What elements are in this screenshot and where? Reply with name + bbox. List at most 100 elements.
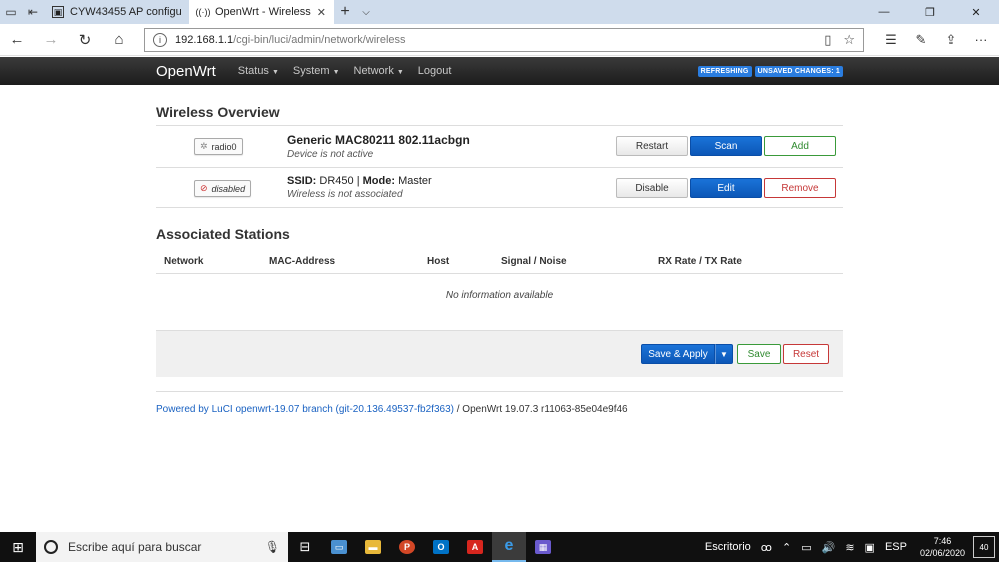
mode-label: Mode:: [362, 175, 396, 187]
search-placeholder: Escribe aquí para buscar: [68, 540, 202, 554]
mode-value: Master: [398, 175, 432, 187]
save-apply-dropdown-icon[interactable]: ▼: [715, 344, 733, 364]
people-icon[interactable]: ꝏ: [761, 541, 772, 554]
brand-logo[interactable]: OpenWrt: [156, 63, 216, 80]
openwrt-header: OpenWrt Status ▼ System ▼ Network ▼ Logout …: [0, 57, 999, 85]
radio-badge: ✲ radio0: [194, 138, 243, 155]
wifi-icon[interactable]: ≋: [845, 541, 854, 554]
wireless-overview-title: Wireless Overview: [156, 104, 280, 120]
back-button[interactable]: ←: [0, 24, 34, 56]
disable-button[interactable]: Disable: [616, 178, 688, 198]
acrobat-icon[interactable]: A: [458, 532, 492, 562]
radio-badge-label: radio0: [211, 141, 237, 152]
microphone-icon[interactable]: 🎙: [265, 540, 280, 554]
menu-status[interactable]: Status ▼: [238, 65, 279, 77]
edge-browser-icon[interactable]: e: [492, 532, 526, 562]
col-network: Network: [164, 256, 204, 267]
restart-button[interactable]: Restart: [616, 136, 688, 156]
app-window-icon[interactable]: ▭: [322, 532, 356, 562]
edit-button[interactable]: Edit: [690, 178, 762, 198]
browser-tab-cyw43455[interactable]: ▣ CYW43455 AP configuration: [44, 0, 189, 24]
windows-start-icon[interactable]: ⊞: [0, 532, 36, 562]
tab-preview-chevron-icon[interactable]: ⌵: [356, 7, 376, 18]
menu-label: Status: [237, 65, 269, 77]
empty-table-message: No information available: [445, 290, 554, 301]
add-button[interactable]: Add: [764, 136, 836, 156]
address-bar[interactable]: i 192.168.1.1 /cgi-bin/luci/admin/networ…: [144, 27, 864, 52]
reset-button[interactable]: Reset: [783, 344, 829, 364]
new-tab-button[interactable]: +: [334, 3, 356, 21]
network-app-icon[interactable]: ▦: [526, 532, 560, 562]
share-icon[interactable]: ⇪: [936, 24, 966, 56]
table-header: Network MAC-Address Host Signal / Noise …: [156, 250, 843, 274]
network-status: Wireless is not associated: [287, 189, 403, 200]
page-actions-bar: Save & Apply ▼ Save Reset: [156, 330, 843, 377]
home-button[interactable]: ⌂: [102, 24, 136, 56]
save-button[interactable]: Save: [737, 344, 781, 364]
device-status: Device is not active: [287, 149, 374, 160]
clock[interactable]: 7:46 02/06/2020: [920, 535, 965, 559]
task-view-icon[interactable]: ⊟: [288, 532, 322, 562]
unsaved-changes-badge[interactable]: UNSAVED CHANGES: 1: [754, 65, 843, 77]
show-hidden-icons-chevron-icon[interactable]: ⌃: [782, 541, 791, 554]
site-info-icon[interactable]: i: [153, 32, 167, 47]
caret-down-icon: ▼: [271, 69, 279, 76]
menu-logout[interactable]: Logout: [418, 65, 452, 77]
favorite-star-icon[interactable]: ☆: [843, 32, 855, 48]
close-tab-icon[interactable]: ✕: [317, 6, 326, 19]
url-path: /cgi-bin/luci/admin/network/wireless: [233, 33, 406, 46]
caret-down-icon: ▼: [396, 69, 404, 76]
notification-count: 40: [979, 542, 989, 552]
associated-stations-table: Network MAC-Address Host Signal / Noise …: [156, 250, 843, 317]
menu-label: System: [292, 65, 330, 77]
tab-title: OpenWrt - Wireless - Lu: [215, 6, 313, 18]
show-tabs-icon[interactable]: ⇤: [22, 0, 44, 24]
footer: Powered by LuCI openwrt-19.07 branch (gi…: [156, 404, 628, 415]
ssid-value: DR450: [319, 175, 354, 187]
powerpoint-icon[interactable]: P: [390, 532, 424, 562]
notifications-icon[interactable]: 40: [973, 536, 995, 558]
save-apply-button[interactable]: Save & Apply: [641, 344, 715, 364]
more-options-icon[interactable]: ···: [966, 24, 996, 56]
volume-icon[interactable]: 🔊: [822, 541, 836, 554]
pen-notes-icon[interactable]: ✎: [906, 24, 936, 56]
remove-button[interactable]: Remove: [764, 178, 836, 198]
refreshing-badge[interactable]: REFRESHING: [697, 65, 752, 77]
restore-button[interactable]: ❐: [907, 0, 953, 24]
device-name: Generic MAC80211 802.11acbgn: [287, 133, 470, 147]
close-window-button[interactable]: ✕: [953, 0, 999, 24]
scan-button[interactable]: Scan: [690, 136, 762, 156]
browser-nav-bar: ← → ↻ ⌂ i 192.168.1.1 /cgi-bin/luci/admi…: [0, 24, 999, 56]
disabled-badge: ⊘ disabled: [194, 180, 252, 197]
favorites-hub-icon[interactable]: ☰: [876, 24, 906, 56]
associated-stations-title: Associated Stations: [156, 226, 290, 242]
menu-system[interactable]: System ▼: [293, 65, 340, 77]
refresh-button[interactable]: ↻: [68, 24, 102, 56]
radio-device-row: ✲ radio0 Generic MAC80211 802.11acbgn De…: [156, 125, 843, 166]
app-icon: ▣: [52, 6, 64, 18]
radio-antenna-icon: ✲: [200, 141, 208, 151]
language-indicator[interactable]: ESP: [885, 541, 907, 553]
desktop-label[interactable]: Escritorio: [705, 541, 751, 553]
taskbar-search-box[interactable]: Escribe aquí para buscar 🎙: [36, 532, 288, 562]
file-explorer-icon[interactable]: ▬: [356, 532, 390, 562]
forward-button[interactable]: →: [34, 24, 68, 56]
browser-tab-openwrt[interactable]: ((·)) OpenWrt - Wireless - Lu ✕: [189, 0, 334, 24]
clock-date: 02/06/2020: [919, 548, 965, 558]
ssid-mode-line: SSID: DR450 | Mode: Master: [287, 175, 432, 187]
outlook-icon[interactable]: O: [424, 532, 458, 562]
disabled-wifi-icon: ⊘: [200, 183, 208, 193]
battery-icon[interactable]: ▣: [865, 541, 875, 554]
menu-network[interactable]: Network ▼: [354, 65, 404, 77]
set-tabs-aside-icon[interactable]: ▭: [0, 0, 22, 24]
system-tray: Escritorio ꝏ ⌃ ▭ 🔊 ≋ ▣ ESP 7:46 02/06/20…: [700, 532, 999, 562]
wireless-network-row: ⊘ disabled SSID: DR450 | Mode: Master Wi…: [156, 167, 843, 208]
menu-label: Network: [353, 65, 394, 77]
reading-view-icon[interactable]: ▯: [824, 32, 831, 48]
wireless-icon: ((·)): [195, 7, 211, 17]
url-host: 192.168.1.1: [175, 33, 234, 46]
luci-link[interactable]: Powered by LuCI openwrt-19.07 branch (gi…: [156, 404, 454, 415]
cortana-circle-icon: [44, 540, 58, 554]
minimize-button[interactable]: —: [861, 0, 907, 24]
network-tray-icon[interactable]: ▭: [801, 541, 811, 554]
